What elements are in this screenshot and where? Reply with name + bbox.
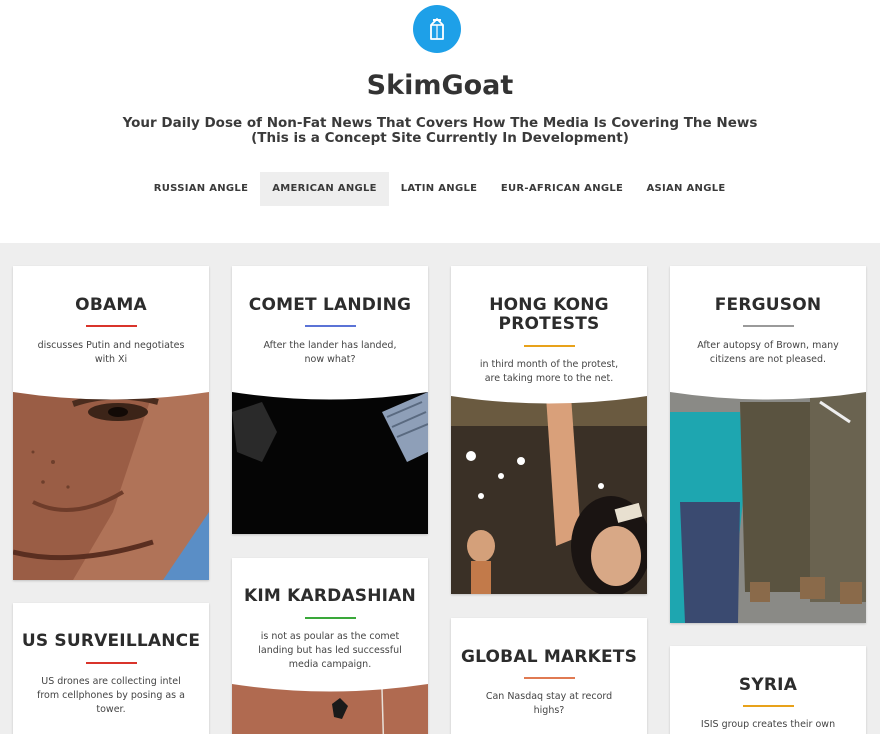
card-desc-line: citizens are not pleased. (709, 354, 827, 365)
angle-nav: RUSSIAN ANGLE AMERICAN ANGLE LATIN ANGLE… (0, 172, 880, 206)
card-divider (524, 345, 575, 347)
nav-american-angle[interactable]: AMERICAN ANGLE (260, 172, 389, 206)
card-divider (86, 662, 137, 664)
nav-russian-angle[interactable]: RUSSIAN ANGLE (143, 172, 259, 206)
card-desc-line: After the lander has landed, (263, 340, 397, 351)
card-desc-line: highs? (533, 705, 565, 716)
milk-carton-icon (430, 18, 444, 40)
card-title: HONG KONG PROTESTS (457, 296, 641, 334)
card-image-obama (13, 392, 209, 580)
card-desc-line: are taking more to the net. (484, 373, 614, 384)
card-title: COMET LANDING (248, 295, 412, 315)
card-description: After the lander has landed, now what? (252, 339, 408, 367)
card-description: in third month of the protest, are takin… (471, 358, 627, 386)
card-curve (13, 381, 209, 400)
news-card-syria[interactable]: SYRIA ISIS group creates their own (670, 646, 866, 734)
card-description: ISIS group creates their own (690, 718, 846, 732)
card-title: SYRIA (738, 675, 798, 695)
card-description: US drones are collecting intel from cell… (33, 675, 189, 717)
card-image-hong-kong (451, 396, 647, 594)
news-card-ferguson[interactable]: FERGUSON After autopsy of Brown, many ci… (670, 266, 866, 623)
site-title[interactable]: SkimGoat (0, 70, 880, 101)
card-description: is not as poular as the comet landing bu… (252, 630, 408, 672)
news-card-us-surveillance[interactable]: US SURVEILLANCE US drones are collecting… (13, 603, 209, 734)
news-card-hong-kong-protests[interactable]: HONG KONG PROTESTS in third month of the… (451, 266, 647, 594)
card-title-line: PROTESTS (498, 314, 600, 334)
card-description: discusses Putin and negotiates with Xi (33, 339, 189, 367)
card-desc-line: landing but has led successful (258, 645, 402, 656)
news-card-kim-kardashian[interactable]: KIM KARDASHIAN is not as poular as the c… (232, 558, 428, 734)
card-desc-line: Can Nasdaq stay at record (485, 691, 613, 702)
card-desc-line: tower. (96, 704, 126, 715)
tagline-line-1: Your Daily Dose of Non-Fat News That Cov… (122, 115, 758, 131)
card-divider (743, 325, 794, 327)
card-desc-line: US drones are collecting intel (41, 676, 181, 687)
card-description: After autopsy of Brown, many citizens ar… (690, 339, 846, 367)
card-desc-line: media campaign. (288, 659, 372, 670)
card-title-line: HONG KONG (489, 295, 609, 315)
card-curve (451, 385, 647, 404)
card-description: Can Nasdaq stay at record highs? (471, 690, 627, 718)
card-curve (232, 673, 428, 692)
card-image-ferguson (670, 392, 866, 623)
site-header: SkimGoat Your Daily Dose of Non-Fat News… (0, 0, 880, 243)
card-image-comet (232, 392, 428, 534)
news-card-comet-landing[interactable]: COMET LANDING After the lander has lande… (232, 266, 428, 534)
card-title: FERGUSON (714, 295, 822, 315)
card-desc-line: with Xi (94, 354, 128, 365)
nav-eur-african-angle[interactable]: EUR-AFRICAN ANGLE (489, 172, 635, 206)
card-divider (305, 617, 356, 619)
card-title: US SURVEILLANCE (21, 631, 201, 651)
card-divider (305, 325, 356, 327)
site-tagline: Your Daily Dose of Non-Fat News That Cov… (0, 116, 880, 146)
card-desc-line: is not as poular as the comet (260, 631, 400, 642)
news-grid: OBAMA discusses Putin and negotiates wit… (0, 243, 880, 734)
card-desc-line: in third month of the protest, (479, 359, 619, 370)
card-desc-line: After autopsy of Brown, many (697, 340, 839, 351)
card-desc-line: discusses Putin and negotiates (37, 340, 185, 351)
nav-asian-angle[interactable]: ASIAN ANGLE (635, 172, 737, 206)
card-desc-line: ISIS group creates their own (700, 719, 836, 730)
news-card-obama[interactable]: OBAMA discusses Putin and negotiates wit… (13, 266, 209, 580)
card-title: KIM KARDASHIAN (243, 586, 416, 606)
card-desc-line: from cellphones by posing as a (37, 690, 185, 701)
card-title: OBAMA (75, 295, 147, 315)
tagline-line-2: (This is a Concept Site Currently In Dev… (251, 130, 629, 146)
card-divider (524, 677, 575, 679)
card-curve (232, 381, 428, 400)
card-desc-line: now what? (304, 354, 356, 365)
card-title: GLOBAL MARKETS (460, 647, 638, 667)
card-divider (743, 705, 794, 707)
card-divider (86, 325, 137, 327)
card-curve (670, 381, 866, 400)
news-card-global-markets[interactable]: GLOBAL MARKETS Can Nasdaq stay at record… (451, 618, 647, 734)
site-logo[interactable] (413, 5, 461, 53)
nav-latin-angle[interactable]: LATIN ANGLE (389, 172, 489, 206)
